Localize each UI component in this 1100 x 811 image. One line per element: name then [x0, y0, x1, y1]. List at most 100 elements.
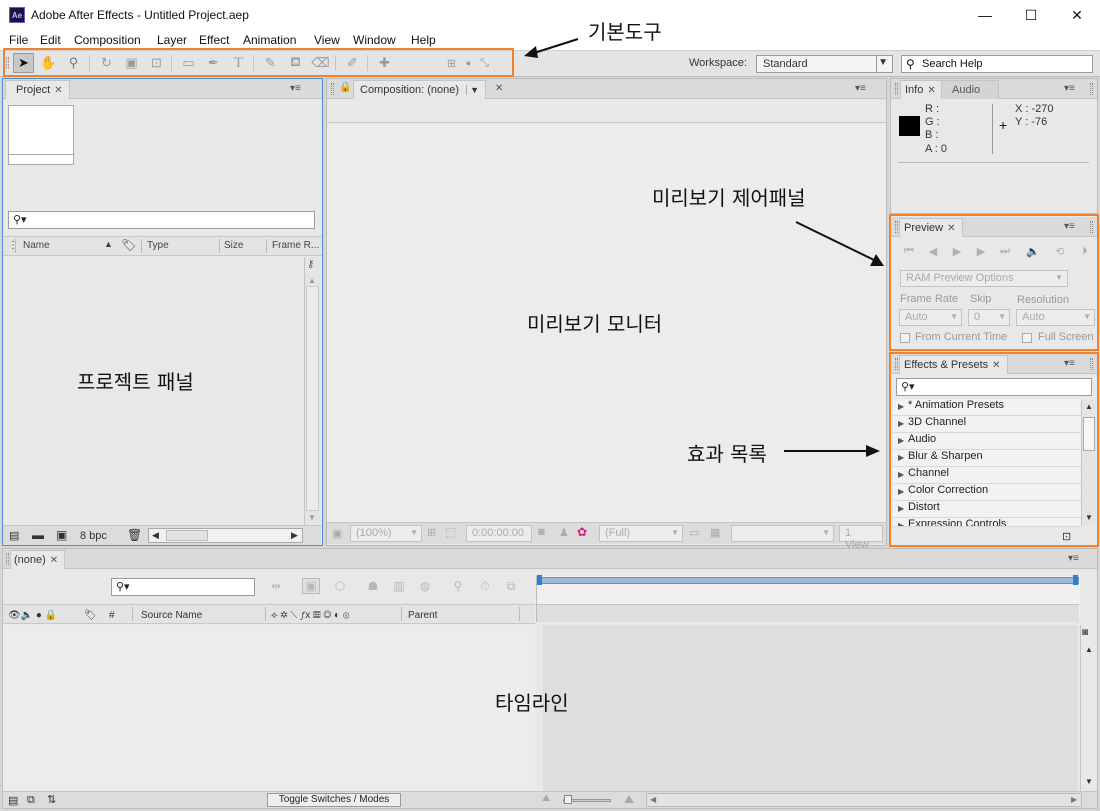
project-search-input[interactable]: ⚲▾ — [8, 211, 315, 229]
panel-menu-icon[interactable]: ▾≡ — [1068, 553, 1079, 564]
maximize-button[interactable]: ☐ — [1008, 0, 1054, 30]
always-preview-icon[interactable]: ▣ — [332, 527, 342, 540]
column-size[interactable]: Size — [224, 240, 243, 256]
panel-menu-icon[interactable]: ▾≡ — [290, 83, 301, 94]
label-tag-icon[interactable]: 🏷 — [121, 238, 136, 254]
live-update-icon[interactable]: ▣ — [302, 578, 320, 594]
comp-button-icon[interactable]: ◙ — [1082, 627, 1088, 638]
new-composition-icon[interactable]: ▣ — [56, 528, 67, 542]
menu-view[interactable]: View — [314, 33, 340, 47]
scroll-left-icon[interactable]: ◀ — [152, 530, 159, 541]
scroll-up-icon[interactable]: ▲ — [1085, 645, 1093, 654]
timeline-vertical-scrollbar[interactable]: ◙ ▲ ▼ — [1080, 625, 1096, 791]
label-tag-icon[interactable]: 🏷 — [84, 610, 97, 621]
panel-grip[interactable] — [895, 83, 898, 95]
toggle-layer-panel-icon[interactable]: ▤ — [8, 794, 18, 807]
close-icon[interactable]: ✕ — [927, 85, 935, 96]
resolution-select[interactable]: (Full) ▼ — [599, 525, 683, 542]
snapshot-icon[interactable]: ◙ — [538, 526, 545, 538]
tab-audio[interactable]: Audio — [941, 80, 1000, 99]
menu-file[interactable]: File — [9, 33, 28, 47]
safe-zones-icon[interactable]: ⊞ — [427, 526, 436, 539]
layer-timeline-area[interactable] — [543, 625, 1078, 791]
scroll-down-icon[interactable]: ▼ — [1085, 777, 1093, 786]
lock-icon[interactable]: 🔒 — [339, 82, 351, 93]
menu-layer[interactable]: Layer — [157, 33, 187, 47]
chevron-down-icon[interactable]: ▼ — [466, 85, 480, 95]
zoom-out-icon[interactable]: ⛰ — [542, 793, 550, 804]
minimize-button[interactable]: — — [962, 0, 1008, 30]
column-frame-rate[interactable]: Frame R... — [272, 240, 319, 256]
comp-mini-flowchart-icon[interactable]: ⇹ — [267, 578, 285, 594]
panel-grip[interactable] — [6, 553, 9, 565]
panel-grip[interactable] — [331, 83, 334, 95]
timeline-search-input[interactable]: ⚲▾ — [111, 578, 255, 596]
close-icon[interactable]: ✕ — [495, 83, 503, 94]
search-help-input[interactable]: ⚲ Search Help — [901, 55, 1093, 73]
tab-timeline-none[interactable]: (none) ✕ — [10, 550, 66, 569]
tab-info[interactable]: Info ✕ — [900, 80, 943, 99]
mask-visibility-icon[interactable]: ⬚ — [445, 525, 456, 539]
timecode-field[interactable]: 0:00:00:00 — [466, 525, 532, 542]
project-vertical-scrollbar[interactable]: ⚷ ▲ ▼ — [304, 257, 320, 525]
toggle-transfer-icon[interactable]: ⧉ — [27, 794, 35, 807]
column-name[interactable]: Name — [23, 240, 50, 256]
close-icon[interactable]: ✕ — [50, 555, 58, 566]
scroll-right-icon[interactable]: ▶ — [1071, 795, 1077, 804]
scroll-down-icon[interactable]: ▼ — [308, 513, 316, 522]
region-of-interest-icon[interactable]: ▭ — [689, 526, 699, 539]
menu-edit[interactable]: Edit — [40, 33, 61, 47]
frame-blending-icon[interactable]: ▥ — [390, 578, 408, 594]
menu-effect[interactable]: Effect — [199, 33, 229, 47]
auto-keyframe-icon[interactable]: ⏱ — [476, 578, 494, 594]
menu-composition[interactable]: Composition — [74, 33, 141, 47]
menu-animation[interactable]: Animation — [243, 33, 296, 47]
toggle-in-out-icon[interactable]: ⇅ — [47, 793, 56, 806]
panel-grip[interactable] — [1090, 83, 1093, 95]
view-layout-select[interactable]: 1 View — [839, 525, 883, 551]
source-name-header[interactable]: Source Name — [141, 610, 202, 621]
camera-view-select[interactable]: ▼ — [731, 525, 834, 542]
menu-window[interactable]: Window — [353, 33, 396, 47]
color-channels-icon[interactable]: ✿ — [577, 525, 587, 539]
flowchart-icon[interactable]: ⚷ — [307, 259, 314, 270]
work-area-start-handle[interactable] — [537, 575, 542, 585]
layer-number-header[interactable]: # — [109, 610, 115, 621]
motion-blur-icon[interactable]: ◍ — [416, 578, 434, 594]
av-features-icons[interactable]: 👁🔈 ● 🔒 — [8, 610, 57, 621]
tab-project[interactable]: Project ✕ — [5, 80, 70, 99]
transparency-grid-icon[interactable]: ▦ — [710, 526, 720, 539]
graph-editor-icon[interactable]: ⧉ — [502, 578, 520, 594]
tab-composition[interactable]: Composition: (none) ▼ — [353, 80, 487, 99]
zoom-in-icon[interactable]: ⛰ — [624, 792, 634, 807]
parent-header[interactable]: Parent — [408, 610, 437, 621]
panel-menu-icon[interactable]: ▾≡ — [1064, 83, 1075, 94]
show-snapshot-icon[interactable]: ♟ — [559, 526, 569, 539]
brainstorm-icon[interactable]: ⚲ — [449, 578, 467, 594]
close-icon[interactable]: ✕ — [54, 85, 62, 96]
scroll-thumb[interactable] — [306, 286, 319, 511]
scroll-thumb[interactable] — [166, 530, 208, 541]
panel-menu-icon[interactable]: ▾≡ — [855, 83, 866, 94]
trash-icon[interactable]: 🗑 — [127, 528, 142, 542]
project-horizontal-scrollbar[interactable]: ◀ ▶ — [148, 528, 303, 543]
scroll-up-icon[interactable]: ▲ — [308, 276, 316, 285]
scroll-left-icon[interactable]: ◀ — [650, 795, 656, 804]
close-button[interactable]: ✕ — [1054, 0, 1100, 30]
zoom-slider-thumb[interactable] — [564, 795, 572, 804]
timeline-horizontal-scrollbar[interactable]: ◀ ▶ — [646, 793, 1082, 807]
scroll-right-icon[interactable]: ▶ — [291, 530, 298, 541]
new-folder-icon[interactable]: ▬ — [32, 528, 44, 542]
bpc-label[interactable]: 8 bpc — [80, 530, 107, 542]
workspace-select[interactable]: Standard ▼ — [756, 55, 893, 73]
work-area-bar[interactable] — [537, 577, 1079, 584]
column-type[interactable]: Type — [147, 240, 169, 256]
hide-shy-layers-icon[interactable]: ☗ — [364, 578, 382, 594]
toggle-switches-modes-button[interactable]: Toggle Switches / Modes — [267, 793, 401, 807]
layer-outline-area[interactable] — [3, 625, 535, 791]
work-area-end-handle[interactable] — [1073, 575, 1078, 585]
menu-help[interactable]: Help — [411, 33, 436, 47]
interpret-footage-icon[interactable]: ▤ — [9, 529, 19, 542]
draft-3d-icon[interactable]: ⬡ — [331, 578, 349, 594]
magnification-select[interactable]: (100%) ▼ — [350, 525, 422, 542]
